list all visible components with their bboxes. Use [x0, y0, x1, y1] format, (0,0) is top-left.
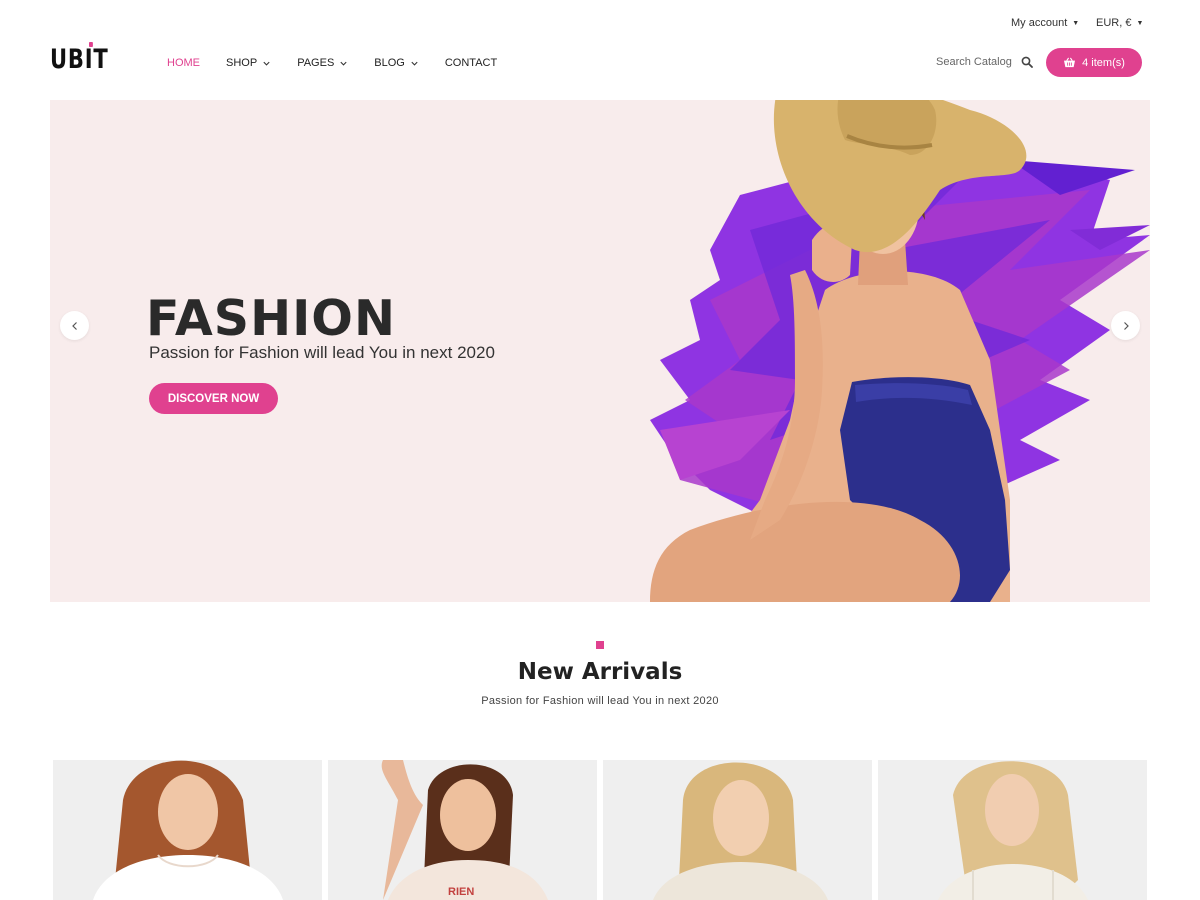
- main-nav: HOME SHOP PAGES BLOG CONTACT: [167, 57, 523, 69]
- cart-button[interactable]: 4 item(s): [1046, 48, 1142, 77]
- currency-dropdown[interactable]: EUR, € ▼: [1096, 17, 1143, 29]
- nav-item-shop[interactable]: SHOP: [226, 57, 271, 69]
- product-image: [53, 760, 322, 900]
- my-account-label: My account: [1011, 17, 1068, 29]
- section-accent-dot: [596, 641, 604, 649]
- logo-dot: [89, 42, 93, 47]
- new-arrivals-subtitle: Passion for Fashion will lead You in nex…: [481, 695, 719, 707]
- discover-now-button[interactable]: DISCOVER NOW: [149, 383, 278, 414]
- hero-image: [650, 100, 1150, 602]
- product-image: [878, 760, 1147, 900]
- chevron-right-icon: [1123, 321, 1129, 330]
- nav-item-label: CONTACT: [444, 57, 498, 69]
- product-grid: RIEN: [53, 760, 1147, 900]
- logo-text: UBIT: [50, 44, 109, 75]
- svg-text:RIEN: RIEN: [448, 886, 474, 898]
- product-image: [603, 760, 872, 900]
- my-account-dropdown[interactable]: My account ▼: [1011, 17, 1079, 29]
- nav-item-label: SHOP: [226, 57, 258, 69]
- nav-item-label: BLOG: [374, 57, 405, 69]
- nav-item-pages[interactable]: PAGES: [297, 57, 348, 69]
- product-image: RIEN: [328, 760, 597, 900]
- nav-item-label: PAGES: [297, 57, 335, 69]
- search-icon[interactable]: [1021, 56, 1033, 68]
- slider-next-button[interactable]: [1111, 311, 1140, 340]
- hero-title: FASHION: [146, 290, 396, 347]
- chevron-left-icon: [71, 321, 77, 330]
- logo[interactable]: UBIT: [50, 42, 109, 75]
- nav-item-contact[interactable]: CONTACT: [445, 57, 497, 69]
- search-placeholder[interactable]: Search Catalog: [936, 56, 1012, 68]
- nav-item-label: HOME: [167, 57, 200, 69]
- nav-item-home[interactable]: HOME: [167, 57, 200, 69]
- nav-item-blog[interactable]: BLOG: [374, 57, 419, 69]
- caret-down-icon: ▼: [1136, 20, 1144, 27]
- caret-down-icon: ▼: [1072, 20, 1080, 27]
- cart-count-label: 4 item(s): [1082, 56, 1125, 69]
- hero-slider: FASHION Passion for Fashion will lead Yo…: [50, 100, 1150, 602]
- product-card[interactable]: [53, 760, 322, 900]
- topbar: My account ▼ EUR, € ▼: [0, 0, 1200, 46]
- chevron-down-icon: [411, 61, 418, 66]
- chevron-down-icon: [263, 61, 270, 66]
- slider-prev-button[interactable]: [60, 311, 89, 340]
- product-card[interactable]: [878, 760, 1147, 900]
- product-card[interactable]: [603, 760, 872, 900]
- new-arrivals-title: New Arrivals: [517, 659, 683, 685]
- chevron-down-icon: [340, 61, 347, 66]
- product-card[interactable]: RIEN: [328, 760, 597, 900]
- search-box[interactable]: Search Catalog: [936, 56, 1033, 68]
- hero-subtitle: Passion for Fashion will lead You in nex…: [149, 343, 495, 362]
- basket-icon: [1064, 57, 1076, 68]
- currency-label: EUR, €: [1096, 17, 1132, 29]
- discover-now-label: DISCOVER NOW: [167, 392, 260, 405]
